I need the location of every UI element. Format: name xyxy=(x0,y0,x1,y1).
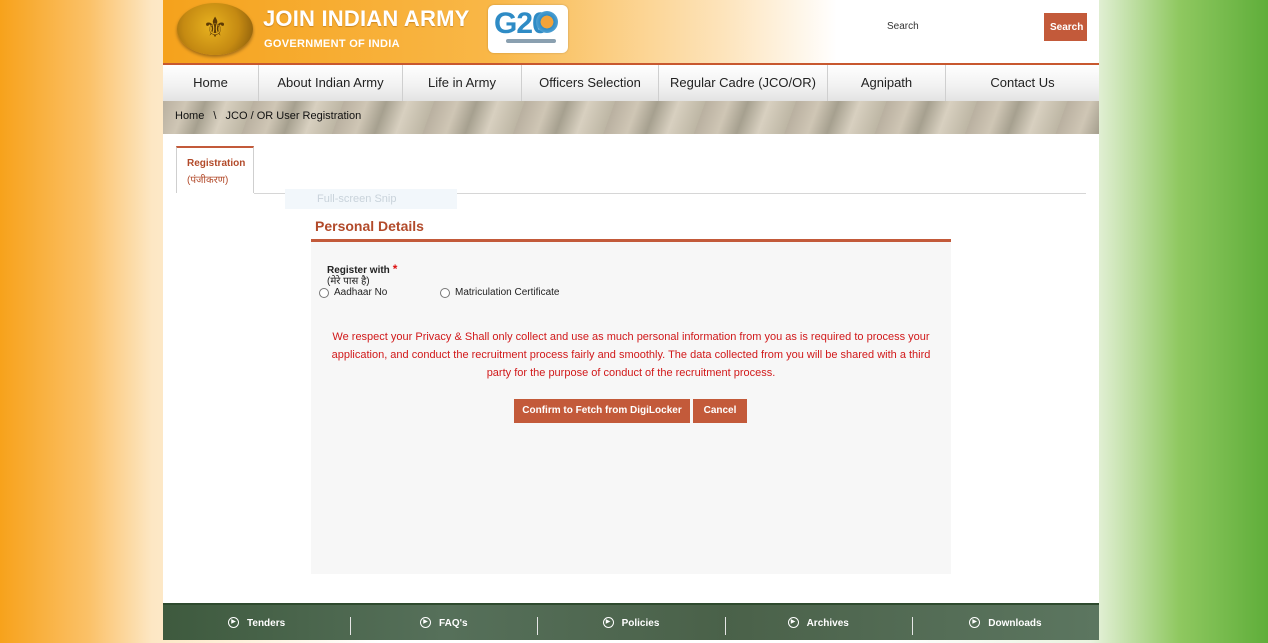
breadcrumb: Home \ JCO / OR User Registration xyxy=(175,110,367,122)
play-circle-icon: ▶ xyxy=(787,616,799,628)
required-marker: * xyxy=(392,262,398,276)
footer-archives-label: Archives xyxy=(806,618,849,629)
play-circle-icon: ▶ xyxy=(969,616,981,628)
panel-title: Personal Details xyxy=(315,218,424,234)
brand-title: JOIN INDIAN ARMY xyxy=(263,6,470,31)
g20-logo: G20 xyxy=(488,5,568,53)
aadhaar-label: Aadhaar No xyxy=(334,287,388,298)
personal-details-panel: Personal Details Register with * (मेरे पा… xyxy=(311,212,951,574)
lotus-globe-icon xyxy=(536,11,558,33)
main-nav: Home About Indian Army Life in Army Offi… xyxy=(163,63,1099,101)
play-circle-icon: ▶ xyxy=(420,616,432,628)
footer-links: ▶ Tenders ▶ FAQ's ▶ Policies ▶ Archives ▶ Dow… xyxy=(163,603,1099,640)
breadcrumb-home[interactable]: Home xyxy=(175,110,204,122)
brand-subtitle: GOVERNMENT OF INDIA xyxy=(264,38,400,50)
matriculation-label: Matriculation Certificate xyxy=(455,287,560,298)
footer-faqs[interactable]: ▶ FAQ's xyxy=(350,605,537,640)
footer-tenders-label: Tenders xyxy=(247,618,286,629)
footer-downloads-label: Downloads xyxy=(988,618,1042,629)
nav-about-indian-army[interactable]: About Indian Army xyxy=(259,65,403,101)
tab-registration-label-hi: (पंजीकरण) xyxy=(187,175,229,186)
privacy-notice: We respect your Privacy & Shall only col… xyxy=(331,331,931,379)
breadcrumb-separator: \ xyxy=(213,110,217,122)
register-with-label-hi: (मेरे पास है) xyxy=(327,276,370,287)
snip-overlay-ghost: Full-screen Snip xyxy=(285,189,457,209)
matriculation-radio[interactable] xyxy=(440,287,450,298)
footer-policies[interactable]: ▶ Policies xyxy=(537,605,724,640)
army-emblem-logo[interactable]: ⚜ xyxy=(177,3,253,55)
panel-header: Personal Details xyxy=(311,212,951,242)
tab-registration[interactable]: Registration (पंजीकरण) xyxy=(176,146,254,193)
footer-policies-label: Policies xyxy=(621,618,660,629)
site-header: ⚜ JOIN INDIAN ARMY GOVERNMENT OF INDIA G… xyxy=(163,0,1099,63)
play-circle-icon: ▶ xyxy=(602,616,614,628)
breadcrumb-current: JCO / OR User Registration xyxy=(225,110,362,122)
play-circle-icon: ▶ xyxy=(228,616,240,628)
main-content: Registration (पंजीकरण) Full-screen Snip … xyxy=(163,134,1099,603)
footer-tenders[interactable]: ▶ Tenders xyxy=(163,605,350,640)
nav-regular-cadre[interactable]: Regular Cadre (JCO/OR) xyxy=(659,65,828,101)
nav-agnipath[interactable]: Agnipath xyxy=(828,65,946,101)
tab-registration-label: Registration xyxy=(187,158,246,169)
confirm-digilocker-button[interactable]: Confirm to Fetch from DigiLocker xyxy=(514,399,690,423)
nav-officers-selection[interactable]: Officers Selection xyxy=(522,65,659,101)
search-label: Search xyxy=(887,21,919,32)
nav-home[interactable]: Home xyxy=(163,65,259,101)
nav-life-in-army[interactable]: Life in Army xyxy=(403,65,522,101)
option-matriculation[interactable]: Matriculation Certificate xyxy=(440,287,559,298)
search-input[interactable] xyxy=(921,14,1041,40)
breadcrumb-band: Home \ JCO / OR User Registration xyxy=(163,101,1099,134)
footer-downloads[interactable]: ▶ Downloads xyxy=(911,605,1099,640)
nav-contact-us[interactable]: Contact Us xyxy=(946,65,1099,101)
option-aadhaar[interactable]: Aadhaar No xyxy=(319,287,387,298)
cancel-button[interactable]: Cancel xyxy=(693,399,747,423)
search-button[interactable]: Search xyxy=(1044,13,1087,41)
aadhaar-radio[interactable] xyxy=(319,287,329,298)
footer-archives[interactable]: ▶ Archives xyxy=(724,605,912,640)
ashoka-emblem-icon: ⚜ xyxy=(202,12,228,43)
footer-faqs-label: FAQ's xyxy=(439,618,468,629)
g20-tagline-mark xyxy=(506,39,556,43)
